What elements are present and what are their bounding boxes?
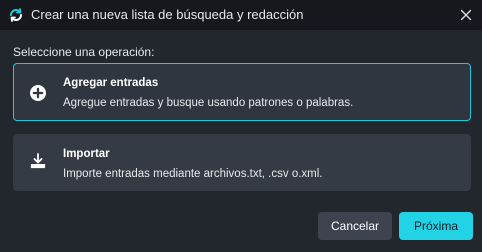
close-icon[interactable] (456, 5, 476, 25)
next-button[interactable]: Próxima (399, 212, 473, 240)
option-import[interactable]: Importar Importe entradas mediante archi… (13, 134, 471, 191)
create-list-dialog: Crear una nueva lista de búsqueda y reda… (0, 0, 482, 252)
dialog-title: Crear una nueva lista de búsqueda y reda… (31, 7, 304, 22)
cancel-button[interactable]: Cancelar (318, 212, 392, 240)
option-description: Importe entradas mediante archivos.txt, … (63, 168, 323, 180)
import-download-icon (29, 152, 47, 170)
option-title: Agregar entradas (63, 77, 159, 89)
option-title: Importar (63, 148, 110, 160)
option-add-entries[interactable]: Agregar entradas Agregue entradas y busq… (13, 63, 471, 121)
operation-prompt: Seleccione una operación: (13, 45, 155, 59)
sync-logo-icon (7, 6, 25, 24)
title-bar: Crear una nueva lista de búsqueda y reda… (0, 0, 482, 30)
option-description: Agregue entradas y busque usando patrone… (63, 97, 354, 109)
plus-circle-icon (29, 84, 47, 102)
